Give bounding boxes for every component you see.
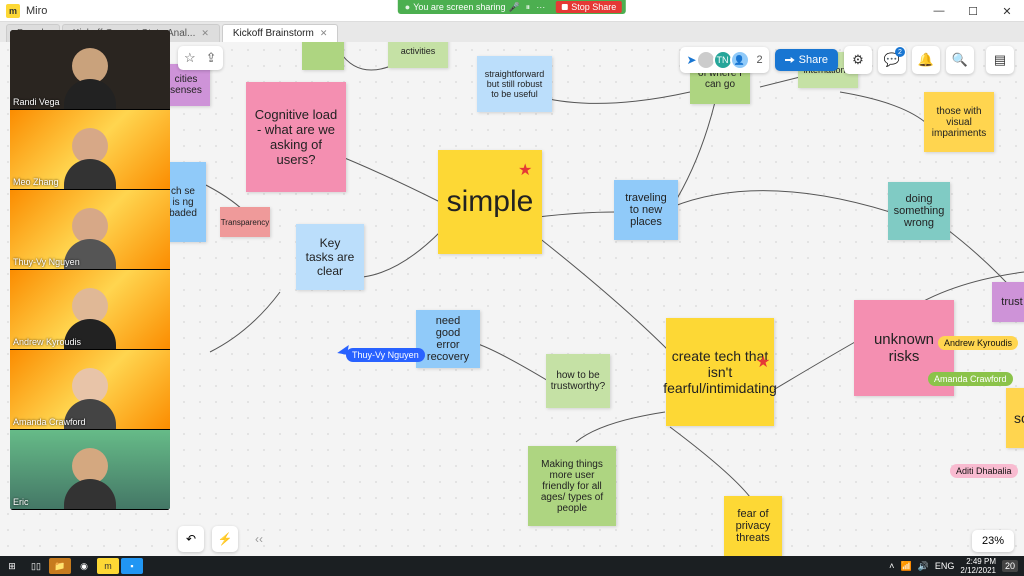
sticky-note[interactable]: [302, 42, 344, 70]
app-title: Miro: [26, 5, 47, 17]
miro-taskbar-icon[interactable]: m: [97, 558, 119, 574]
sticky-note[interactable]: activities: [388, 42, 448, 68]
sticky-note[interactable]: need good error recovery: [416, 310, 480, 368]
network-icon[interactable]: 📶: [900, 561, 911, 572]
star-icon[interactable]: ☆: [182, 50, 198, 66]
close-icon[interactable]: ✕: [201, 28, 209, 39]
minimize-button[interactable]: —: [922, 0, 956, 22]
settings-icon[interactable]: ⚙: [844, 46, 872, 74]
user-presence-tag: Andrew Kyroudis: [938, 336, 1018, 350]
sticky-note[interactable]: Cognitive load - what are we asking of u…: [246, 82, 346, 192]
sticky-note[interactable]: straightforward but still robust to be u…: [477, 56, 552, 112]
board-header-controls: ☆ ⇪: [178, 46, 223, 70]
remote-cursor-label: Thuy-Vy Nguyen: [346, 348, 425, 362]
miro-logo-icon: m: [6, 4, 20, 18]
comments-icon[interactable]: 💬2: [878, 46, 906, 74]
notes-panel-icon[interactable]: ▤: [986, 46, 1014, 74]
sticky-note[interactable]: traveling to new places: [614, 180, 678, 240]
sticky-note[interactable]: create tech that isn't fearful/intimidat…: [666, 318, 774, 426]
notifications-icon[interactable]: 🔔: [912, 46, 940, 74]
export-icon[interactable]: ⇪: [204, 50, 219, 66]
close-button[interactable]: ✕: [990, 0, 1024, 22]
tray-chevron-icon[interactable]: ˄: [889, 561, 894, 571]
collapse-icon[interactable]: ‹‹: [246, 526, 272, 552]
participant-count: 2: [757, 54, 763, 66]
zoom-taskbar-icon[interactable]: ▪: [121, 558, 143, 574]
bolt-icon[interactable]: ⚡: [212, 526, 238, 552]
user-presence-tag: Aditi Dhabalia: [950, 464, 1018, 478]
sticky-note[interactable]: those with visual impariments: [924, 92, 994, 152]
video-tile[interactable]: Amanda Crawford: [10, 350, 170, 430]
top-toolbar: ➤ TN 👤 2 Share ⚙ 💬2 🔔 🔍 ▤: [680, 46, 1014, 74]
sticky-note[interactable]: Transparency: [220, 207, 270, 237]
zoom-indicator[interactable]: 23%: [972, 530, 1014, 552]
video-tile[interactable]: Thuy-Vy Nguyen: [10, 190, 170, 270]
sticky-note[interactable]: Making things more user friendly for all…: [528, 446, 616, 526]
sticky-note[interactable]: how to be trustworthy?: [546, 354, 610, 408]
user-presence-tag: Amanda Crawford: [928, 372, 1013, 386]
history-icon[interactable]: ↶: [178, 526, 204, 552]
sticky-note[interactable]: trust: [992, 282, 1024, 322]
search-icon[interactable]: 🔍: [946, 46, 974, 74]
volume-icon[interactable]: 🔊: [918, 561, 929, 572]
stop-share-button[interactable]: Stop Share: [556, 1, 622, 13]
close-icon[interactable]: ✕: [320, 28, 328, 39]
notification-count[interactable]: 20: [1002, 560, 1018, 572]
clock[interactable]: 2:49 PM 2/12/2021: [960, 557, 996, 575]
video-conference-panel[interactable]: Randi Vega Meo Zhang Thuy-Vy Nguyen Andr…: [10, 30, 170, 510]
screen-share-banner: ● You are screen sharing 🎤⏸⋯ Stop Share: [398, 0, 626, 14]
star-icon: ★: [518, 160, 532, 180]
sticky-note[interactable]: Key tasks are clear: [296, 224, 364, 290]
share-banner-text: You are screen sharing: [413, 2, 505, 12]
chrome-icon[interactable]: ◉: [73, 558, 95, 574]
system-tray[interactable]: ˄ 📶 🔊 ENG 2:49 PM 2/12/2021 20: [889, 557, 1024, 575]
sticky-note[interactable]: fear of privacy threats: [724, 496, 782, 556]
avatar[interactable]: 👤: [730, 50, 750, 70]
language-indicator[interactable]: ENG: [935, 561, 955, 571]
video-tile[interactable]: Randi Vega: [10, 30, 170, 110]
participant-avatars[interactable]: ➤ TN 👤 2: [680, 47, 768, 73]
video-tile[interactable]: Eric: [10, 430, 170, 510]
tab-kickoff-brainstorm[interactable]: Kickoff Brainstorm✕: [222, 24, 339, 42]
canvas-bottom-controls: ↶ ⚡ ‹‹: [178, 526, 272, 552]
share-button[interactable]: Share: [775, 49, 838, 71]
video-tile[interactable]: Andrew Kyroudis: [10, 270, 170, 350]
file-explorer-icon[interactable]: 📁: [49, 558, 71, 574]
taskview-icon[interactable]: ▯▯: [25, 558, 47, 574]
maximize-button[interactable]: ☐: [956, 0, 990, 22]
sticky-note[interactable]: sc: [1006, 388, 1024, 448]
star-icon: ★: [756, 352, 770, 372]
start-button[interactable]: ⊞: [0, 561, 24, 572]
video-tile[interactable]: Meo Zhang: [10, 110, 170, 190]
windows-taskbar[interactable]: ⊞ ▯▯ 📁 ◉ m ▪ ˄ 📶 🔊 ENG 2:49 PM 2/12/2021…: [0, 556, 1024, 576]
sticky-note[interactable]: doing something wrong: [888, 182, 950, 240]
